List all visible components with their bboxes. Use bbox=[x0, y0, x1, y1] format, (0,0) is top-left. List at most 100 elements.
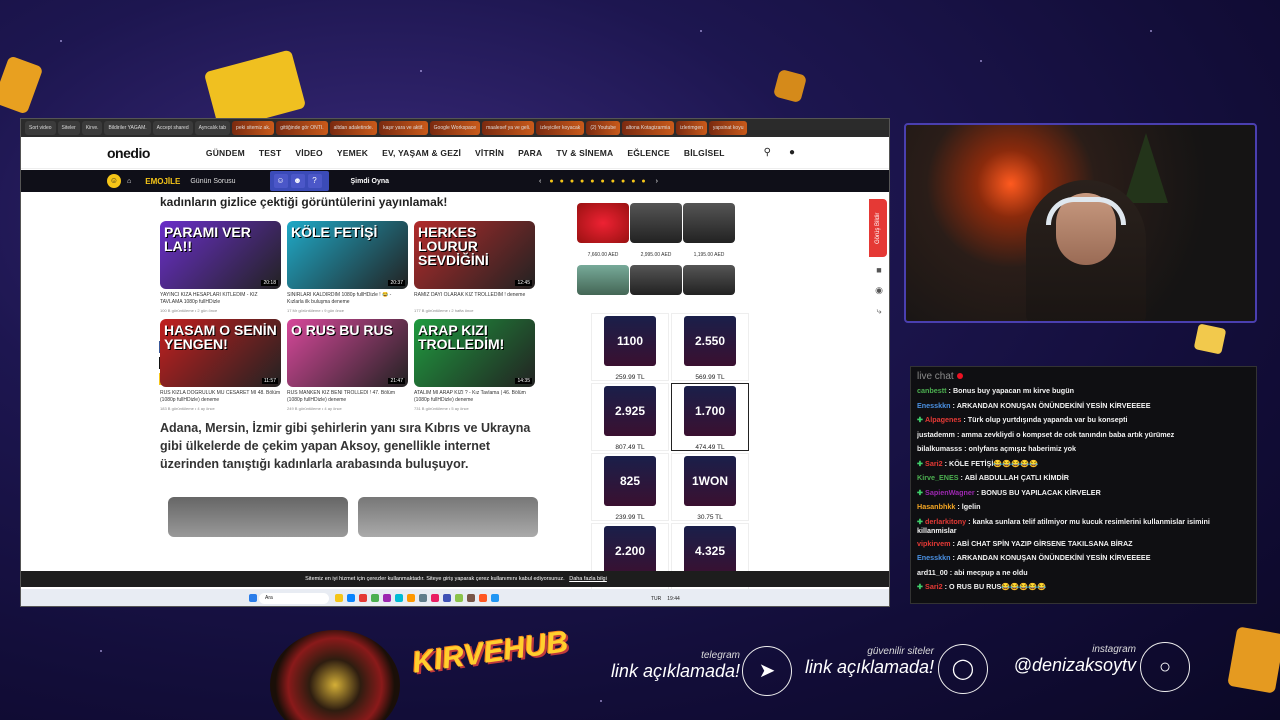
comment-icon[interactable]: ◉ bbox=[869, 285, 889, 296]
bookmark-icon[interactable]: ■ bbox=[869, 265, 889, 275]
taskbar-apps[interactable] bbox=[333, 593, 501, 604]
browser-tab[interactable]: altdan adaletinde. bbox=[329, 121, 378, 135]
browser-tab[interactable]: maalesef ya ve geli. bbox=[482, 121, 535, 135]
search-icon[interactable]: ⚲ bbox=[764, 147, 771, 158]
video-card[interactable]: PARAMI VER LA!! 20:18 YAYINCI KIZA HESAPLA… bbox=[160, 221, 281, 313]
video-thumbnail[interactable]: HASAM O SENİN YENGEN! 11:57 bbox=[160, 319, 281, 387]
gorus-bildir-button[interactable]: Görüş Bildir bbox=[869, 199, 887, 257]
nav-link-bilgisel[interactable]: BİLGİSEL bbox=[684, 148, 725, 158]
browser-tab[interactable]: Bildiriler YAGAM. bbox=[104, 121, 151, 135]
browser-tab[interactable]: (2) Youtube bbox=[586, 121, 620, 135]
chat-username[interactable]: Alpagenes bbox=[925, 415, 961, 424]
browser-tab[interactable]: peki sitemiz ak. bbox=[232, 121, 275, 135]
chat-username[interactable]: Hasanbhkk bbox=[917, 502, 955, 511]
product-card[interactable]: 2.925 807.49 TL bbox=[591, 383, 669, 451]
browser-tab[interactable]: Accept shared bbox=[152, 121, 193, 135]
product-card[interactable]: 1100 259.99 TL bbox=[591, 313, 669, 381]
windows-start-icon[interactable] bbox=[247, 593, 259, 604]
chat-username[interactable]: Sari2 bbox=[925, 459, 943, 468]
browser-tab[interactable]: Ayrıcalık tab bbox=[194, 121, 231, 135]
car-video-thumbnail[interactable] bbox=[168, 497, 348, 537]
video-card[interactable]: HASAM O SENİN YENGEN! 11:57 RUS KIZLA DOĞR… bbox=[160, 319, 281, 411]
video-thumbnail[interactable]: ARAP KIZI TROLLEDİM! 14:35 bbox=[414, 319, 535, 387]
chat-username[interactable]: canbestt bbox=[917, 386, 947, 395]
emoji-quiz-icon[interactable]: ☻ bbox=[290, 174, 305, 188]
chat-username[interactable]: Kirve_ENES bbox=[917, 473, 959, 482]
product-card[interactable]: 1WON 30.75 TL bbox=[671, 453, 749, 521]
browser-tab[interactable]: yapsinat koyu bbox=[708, 121, 748, 135]
gunun-sorusu-link[interactable]: Günün Sorusu bbox=[190, 178, 235, 185]
nav-link-test[interactable]: TEST bbox=[259, 148, 282, 158]
nav-link-gundem[interactable]: GÜNDEM bbox=[206, 148, 245, 158]
article-paragraph: Adana, Mersin, İzmir gibi şehirlerin yan… bbox=[160, 421, 531, 471]
chat-username[interactable]: derlarkitony bbox=[925, 517, 966, 526]
nav-link-eglence[interactable]: EĞLENCE bbox=[627, 148, 670, 158]
chat-username[interactable]: Enesskkn bbox=[917, 553, 951, 562]
video-title[interactable]: RUS KIZLA DOĞRULUK MU CESARET Mİ 48. Böl… bbox=[160, 390, 281, 404]
video-thumbnail[interactable]: O RUS BU RUS 21:47 bbox=[287, 319, 408, 387]
browser-tab[interactable]: kaşır yara ve aktif. bbox=[379, 121, 428, 135]
grill-ad-row2[interactable] bbox=[577, 265, 747, 295]
video-title[interactable]: YAYINCI KIZA HESAPLARI KİTLEDİM - KIZ TA… bbox=[160, 292, 281, 306]
product-card[interactable]: 1.700 474.49 TL bbox=[671, 383, 749, 451]
emoji-quiz-icon[interactable]: ☺ bbox=[273, 174, 288, 188]
video-title[interactable]: RUS MANKEN KIZ BENİ TROLLEDİ ! 47. Bölüm… bbox=[287, 390, 408, 404]
site-logo[interactable]: onedio bbox=[107, 145, 150, 161]
taskbar-lang[interactable]: TUR bbox=[651, 596, 661, 602]
emoji-reactions[interactable]: ●●●●●●●●●● bbox=[549, 178, 651, 185]
video-card[interactable]: KÖLE FETİŞİ 20:37 SINIRLARI KALDIRDIM 1080… bbox=[287, 221, 408, 313]
browser-tab[interactable]: Sort video bbox=[25, 121, 56, 135]
browser-tab[interactable]: izleyiciler koyacak bbox=[536, 121, 585, 135]
product-card[interactable]: 2.550 569.99 TL bbox=[671, 313, 749, 381]
video-thumbnail[interactable]: KÖLE FETİŞİ 20:37 bbox=[287, 221, 408, 289]
simdi-oyna-button[interactable]: Şimdi Oyna bbox=[351, 178, 390, 185]
chevron-right-icon[interactable]: › bbox=[656, 178, 658, 185]
chat-username[interactable]: Sari2 bbox=[925, 582, 943, 591]
video-card[interactable]: HERKES LOURUR SEVDİĞİNİ 12:45 RAMİZ DAYI O… bbox=[414, 221, 535, 313]
instagram-icon[interactable]: ○ bbox=[1140, 642, 1190, 692]
video-thumbnail[interactable]: HERKES LOURUR SEVDİĞİNİ 12:45 bbox=[414, 221, 535, 289]
video-title[interactable]: RAMİZ DAYI OLARAK KIZ TROLLEDİM ! deneme bbox=[414, 292, 535, 306]
share-icon[interactable]: ⤷ bbox=[869, 306, 889, 317]
browser-tab[interactable]: gittiğinde gör ONTI. bbox=[276, 121, 328, 135]
browser-tab[interactable]: Google Workspace bbox=[429, 121, 481, 135]
quiz-buttons[interactable]: ☺ ☻? bbox=[269, 171, 329, 191]
chat-username[interactable]: SapienWagner bbox=[925, 488, 975, 497]
nav-link-tv-sinema[interactable]: TV & SİNEMA bbox=[556, 148, 613, 158]
nav-link-video[interactable]: VİDEO bbox=[295, 148, 322, 158]
chat-username[interactable]: ard11_00 bbox=[917, 568, 948, 577]
browser-tab[interactable]: Siteler bbox=[57, 121, 80, 135]
video-title[interactable]: ATALIM MI ARAP KIZI ? - Kız Tavlama | 46… bbox=[414, 390, 535, 404]
video-thumbnail[interactable]: PARAMI VER LA!! 20:18 bbox=[160, 221, 281, 289]
chat-username[interactable]: justademm bbox=[917, 430, 955, 439]
chat-username[interactable]: Enesskkn bbox=[917, 401, 951, 410]
nav-link-para[interactable]: PARA bbox=[518, 148, 542, 158]
browser-tab[interactable]: izlerimgen bbox=[676, 121, 707, 135]
telegram-icon[interactable]: ➤ bbox=[742, 646, 792, 696]
question-icon[interactable]: ? bbox=[307, 174, 322, 188]
chevron-left-icon[interactable]: ‹ bbox=[539, 178, 541, 185]
user-icon[interactable]: ● bbox=[789, 147, 795, 158]
emojile-brand[interactable]: EMOJİLE bbox=[145, 177, 180, 186]
instagram-label: instagram bbox=[1092, 644, 1136, 655]
chat-username[interactable]: vipkirvem bbox=[917, 539, 951, 548]
taskbar-clock[interactable]: 19:44 bbox=[667, 596, 680, 602]
telegram-text: link açıklamada! bbox=[610, 661, 740, 681]
grill-ad[interactable]: 7,660.00 AED 2,995.00 AED 1,195.00 AED bbox=[577, 203, 747, 261]
car-video-thumbnail[interactable] bbox=[358, 497, 538, 537]
taskbar-search[interactable]: Ara bbox=[259, 593, 329, 604]
globe-icon[interactable]: ◯ bbox=[938, 644, 988, 694]
video-title[interactable]: SINIRLARI KALDIRDIM 1080p fullHDizle ! 😂… bbox=[287, 292, 408, 306]
nav-link-yemek[interactable]: YEMEK bbox=[337, 148, 368, 158]
emoji-icon[interactable]: ☺ bbox=[107, 174, 121, 188]
nav-link-vitrin[interactable]: VİTRİN bbox=[475, 148, 504, 158]
browser-tab[interactable]: Kirve. bbox=[81, 121, 103, 135]
cookie-more-link[interactable]: Daha fazla bilgi bbox=[569, 576, 607, 582]
video-card[interactable]: O RUS BU RUS 21:47 RUS MANKEN KIZ BENİ TRO… bbox=[287, 319, 408, 411]
chat-username[interactable]: bilalkumasss bbox=[917, 444, 962, 453]
browser-tab[interactable]: altona Kotagizarmia bbox=[621, 121, 675, 135]
video-card[interactable]: ARAP KIZI TROLLEDİM! 14:35 ATALIM MI ARAP … bbox=[414, 319, 535, 411]
product-card[interactable]: 825 239.99 TL bbox=[591, 453, 669, 521]
home-icon[interactable]: ⌂ bbox=[127, 178, 131, 185]
nav-link-ev-yasam[interactable]: EV, YAŞAM & GEZİ bbox=[382, 148, 461, 158]
